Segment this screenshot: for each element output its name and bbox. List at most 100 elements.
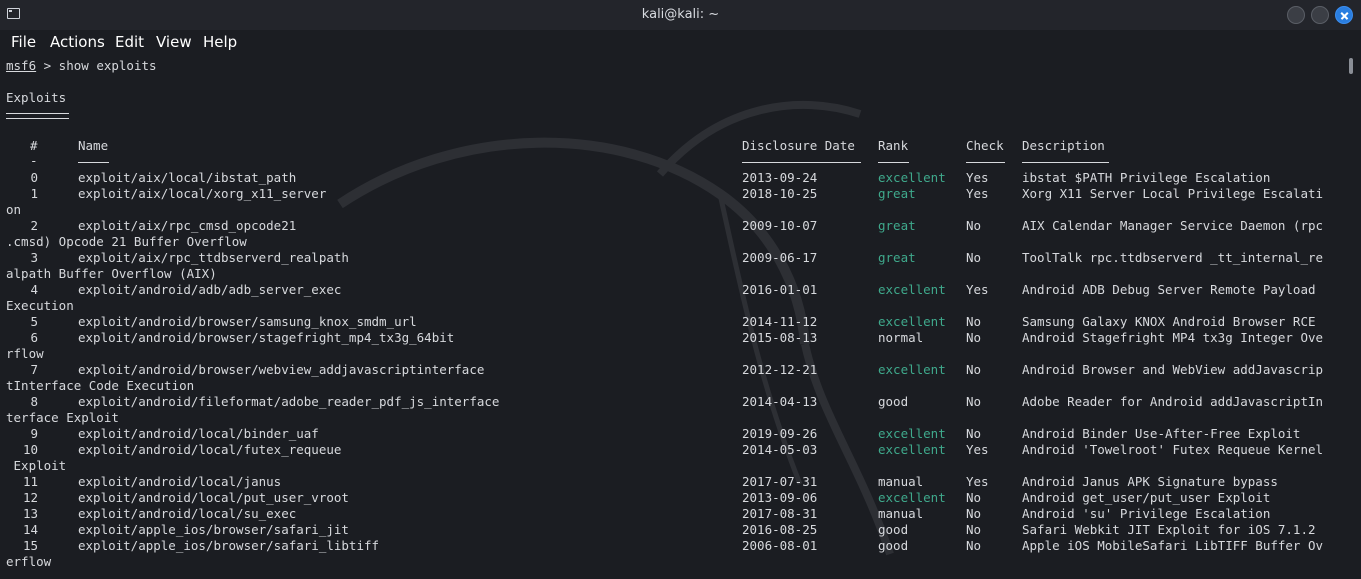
row-description: Android Browser and WebView addJavascrip — [1022, 362, 1324, 377]
minimize-button[interactable] — [1287, 6, 1305, 24]
command-prompt-line: msf6 > show exploits — [6, 58, 157, 74]
menu-help[interactable]: Help — [203, 33, 237, 51]
row-num: 2 — [30, 218, 38, 233]
row-date: 2013-09-06 — [742, 490, 818, 505]
menu-actions[interactable]: Actions — [50, 33, 105, 51]
row-name: exploit/android/local/futex_requeue — [78, 442, 342, 457]
prompt-command: > show exploits — [36, 58, 157, 73]
row-name: exploit/aix/local/xorg_x11_server — [78, 186, 327, 201]
section-title-underline — [6, 113, 69, 119]
row-description: Android Stagefright MP4 tx3g Integer Ove — [1022, 330, 1324, 345]
row-num: 4 — [30, 282, 38, 297]
row-num: 8 — [30, 394, 38, 409]
row-date: 2016-01-01 — [742, 282, 818, 297]
header-rank-underline — [878, 162, 909, 163]
row-rank: normal — [878, 330, 924, 345]
row-date: 2009-10-07 — [742, 218, 818, 233]
row-num: 15 — [22, 538, 38, 553]
menu-file[interactable]: File — [11, 33, 36, 51]
row-rank: excellent — [878, 426, 946, 441]
row-num: 5 — [30, 314, 38, 329]
row-description: Android 'su' Privilege Escalation — [1022, 506, 1271, 521]
row-name: exploit/apple_ios/browser/safari_libtiff — [78, 538, 380, 553]
scrollbar[interactable] — [1345, 54, 1361, 579]
row-description: Android Janus APK Signature bypass — [1022, 474, 1278, 489]
row-description: Apple iOS MobileSafari LibTIFF Buffer Ov — [1022, 538, 1324, 553]
row-num: 10 — [22, 442, 38, 457]
row-date: 2019-09-26 — [742, 426, 818, 441]
header-disclosure-date: Disclosure Date — [742, 138, 855, 153]
row-description: Adobe Reader for Android addJavascriptIn — [1022, 394, 1324, 409]
row-name: exploit/aix/rpc_cmsd_opcode21 — [78, 218, 297, 233]
row-check: No — [966, 362, 982, 377]
row-num: 12 — [22, 490, 38, 505]
row-date: 2014-04-13 — [742, 394, 818, 409]
row-num: 13 — [22, 506, 38, 521]
row-date: 2009-06-17 — [742, 250, 818, 265]
terminal-output[interactable]: msf6 > show exploits Exploits # Name Dis… — [0, 54, 1345, 579]
row-check: No — [966, 218, 982, 233]
header-rank: Rank — [878, 138, 909, 153]
row-rank: manual — [878, 474, 924, 489]
row-rank: great — [878, 218, 916, 233]
row-num: 1 — [30, 186, 38, 201]
prompt-module: msf6 — [6, 58, 37, 73]
row-description: Safari Webkit JIT Exploit for iOS 7.1.2 — [1022, 522, 1316, 537]
header-num-underline: - — [30, 153, 38, 168]
row-check: No — [966, 314, 982, 329]
close-button[interactable] — [1335, 6, 1353, 24]
row-name: exploit/aix/local/ibstat_path — [78, 170, 297, 185]
row-check: No — [966, 394, 982, 409]
menu-edit[interactable]: Edit — [115, 33, 144, 51]
row-date: 2016-08-25 — [742, 522, 818, 537]
row-check: No — [966, 538, 982, 553]
row-num: 7 — [30, 362, 38, 377]
row-description-wrap: Execution — [6, 298, 74, 313]
row-description: Android get_user/put_user Exploit — [1022, 490, 1271, 505]
row-check: Yes — [966, 186, 989, 201]
row-description: ibstat $PATH Privilege Escalation — [1022, 170, 1271, 185]
header-name-underline — [78, 162, 109, 163]
row-description-wrap: Exploit — [6, 458, 67, 473]
header-name: Name — [78, 138, 109, 153]
title-bar[interactable]: kali@kali: ~ — [0, 0, 1361, 30]
row-name: exploit/android/local/su_exec — [78, 506, 297, 521]
terminal-window: kali@kali: ~ File Actions Edit View Help… — [0, 0, 1361, 579]
row-name: exploit/android/browser/samsung_knox_smd… — [78, 314, 417, 329]
row-rank: excellent — [878, 490, 946, 505]
row-name: exploit/android/browser/webview_addjavas… — [78, 362, 485, 377]
row-date: 2017-07-31 — [742, 474, 818, 489]
row-rank: excellent — [878, 314, 946, 329]
row-check: No — [966, 522, 982, 537]
row-description-wrap: terface Exploit — [6, 410, 119, 425]
scrollbar-thumb[interactable] — [1349, 58, 1353, 74]
row-rank: manual — [878, 506, 924, 521]
row-description: Android ADB Debug Server Remote Payload — [1022, 282, 1316, 297]
section-title: Exploits — [6, 90, 67, 105]
row-name: exploit/android/local/binder_uaf — [78, 426, 319, 441]
row-check: Yes — [966, 170, 989, 185]
header-description-underline — [1022, 162, 1109, 163]
header-check: Check — [966, 138, 1004, 153]
row-check: Yes — [966, 282, 989, 297]
row-check: No — [966, 250, 982, 265]
row-name: exploit/apple_ios/browser/safari_jit — [78, 522, 349, 537]
row-date: 2006-08-01 — [742, 538, 818, 553]
menu-view[interactable]: View — [156, 33, 192, 51]
row-check: Yes — [966, 474, 989, 489]
row-name: exploit/aix/rpc_ttdbserverd_realpath — [78, 250, 349, 265]
row-name: exploit/android/browser/stagefright_mp4_… — [78, 330, 455, 345]
row-name: exploit/android/fileformat/adobe_reader_… — [78, 394, 500, 409]
row-num: 6 — [30, 330, 38, 345]
row-date: 2018-10-25 — [742, 186, 818, 201]
row-description: AIX Calendar Manager Service Daemon (rpc — [1022, 218, 1324, 233]
row-rank: excellent — [878, 442, 946, 457]
row-num: 0 — [30, 170, 38, 185]
maximize-button[interactable] — [1311, 6, 1329, 24]
row-num: 3 — [30, 250, 38, 265]
row-date: 2012-12-21 — [742, 362, 818, 377]
row-rank: good — [878, 538, 909, 553]
row-rank: excellent — [878, 282, 946, 297]
header-date-underline — [742, 162, 861, 163]
row-description-wrap: erflow — [6, 554, 52, 569]
